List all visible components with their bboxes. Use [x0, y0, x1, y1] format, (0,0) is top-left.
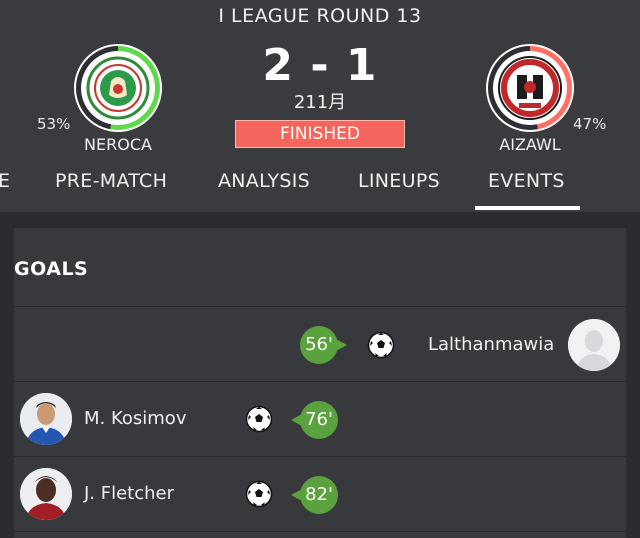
away-team-name[interactable]: AIZAWL — [470, 135, 590, 154]
divider — [14, 306, 626, 307]
player-name: J. Fletcher — [84, 483, 175, 504]
away-possession: 47% — [573, 115, 607, 133]
away-possession-ring[interactable] — [486, 44, 574, 132]
aizawl-logo — [493, 51, 567, 125]
active-tab-indicator — [475, 206, 580, 210]
status-badge: FINISHED — [235, 120, 405, 148]
tab-analysis[interactable]: ANALYSIS — [218, 170, 310, 192]
soccer-ball-icon — [245, 480, 273, 508]
score: 2 - 1 — [262, 40, 378, 91]
tab-lineups[interactable]: LINEUPS — [358, 170, 440, 192]
goal-minute: 56' — [300, 326, 347, 364]
match-header: I LEAGUE ROUND 13 53% NEROCA 2 - 1 211月 … — [0, 0, 640, 212]
divider — [14, 456, 626, 457]
home-team-name[interactable]: NEROCA — [58, 135, 178, 154]
divider — [14, 381, 626, 382]
tab-bar: E PRE-MATCH ANALYSIS LINEUPS EVENTS — [0, 164, 640, 212]
neroca-logo — [81, 51, 155, 125]
tab-partial[interactable]: E — [0, 170, 10, 192]
soccer-ball-icon — [367, 331, 395, 359]
home-possession: 53% — [37, 115, 71, 133]
round-title: I LEAGUE ROUND 13 — [218, 5, 422, 27]
home-possession-ring[interactable] — [74, 44, 162, 132]
avatar — [20, 468, 72, 520]
tab-pre-match[interactable]: PRE-MATCH — [55, 170, 167, 192]
goal-minute: 82' — [291, 476, 338, 514]
goals-title: GOALS — [14, 258, 89, 280]
tab-events[interactable]: EVENTS — [488, 170, 565, 192]
avatar — [20, 393, 72, 445]
player-name: Lalthanmawia — [428, 334, 555, 355]
divider — [14, 531, 626, 532]
goal-minute: 76' — [291, 401, 338, 439]
match-date: 211月 — [293, 92, 347, 113]
player-name: M. Kosimov — [84, 408, 187, 429]
avatar — [568, 319, 620, 371]
soccer-ball-icon — [245, 405, 273, 433]
